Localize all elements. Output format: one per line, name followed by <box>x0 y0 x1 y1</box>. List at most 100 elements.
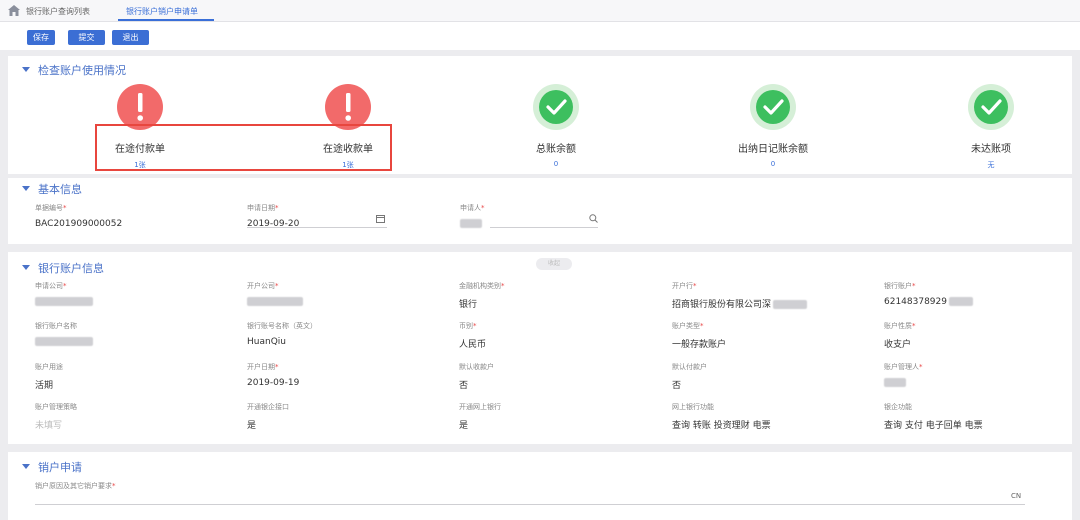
calendar-icon[interactable] <box>376 214 385 223</box>
field-account-type: 账户类型* 一般存款账户 <box>672 322 727 350</box>
field-value: 活期 <box>35 381 54 391</box>
section-header-close[interactable]: 销户申请 <box>22 459 82 475</box>
section-header-bank[interactable]: 银行账户信息 <box>22 260 104 276</box>
field-account-name-en: 银行账号名称（英文） HuanQiu <box>247 321 317 347</box>
section-title: 销户申请 <box>38 461 82 474</box>
submit-button[interactable]: 提交 <box>68 30 105 45</box>
redacted-value <box>460 219 482 228</box>
field-value: 人民币 <box>459 340 487 350</box>
section-header-basic[interactable]: 基本信息 <box>22 181 82 197</box>
home-icon[interactable] <box>8 5 20 16</box>
field-label: 申请公司 <box>35 282 63 290</box>
status-value-link[interactable]: 0 <box>713 160 833 168</box>
field-account-name: 银行账户名称 <box>35 321 93 347</box>
search-icon[interactable] <box>589 214 598 223</box>
section-title: 银行账户信息 <box>38 262 104 275</box>
close-application-section: 销户申请 <box>8 452 1072 520</box>
toolbar: 保存 提交 退出 <box>0 22 1080 50</box>
field-currency: 币别* 人民币 <box>459 322 487 350</box>
date-input-underline <box>247 227 387 228</box>
field-account-nature: 账户性质* 收支户 <box>884 322 916 350</box>
field-value: 62148378929 <box>884 297 947 307</box>
field-label: 银行账户 <box>884 282 912 290</box>
field-value: 是 <box>247 421 257 431</box>
field-label: 账户管理人 <box>884 363 919 371</box>
close-reason-input[interactable] <box>35 490 1025 504</box>
field-value: 银行 <box>459 300 478 310</box>
field-label: 网上银行功能 <box>672 403 714 411</box>
field-value: 收支户 <box>884 340 912 350</box>
collapse-triangle-icon <box>22 186 30 191</box>
collapse-toggle[interactable]: 收起 <box>536 258 572 270</box>
field-online-banking: 开通网上银行 是 <box>459 402 501 431</box>
redacted-value <box>35 297 93 306</box>
basic-info-section: 基本信息 <box>8 178 1072 244</box>
field-applicant[interactable]: 申请人* <box>460 203 485 229</box>
field-value: HuanQiu <box>247 337 286 347</box>
field-management-policy: 账户管理策略 未填写 <box>35 402 77 431</box>
field-label: 银行账户名称 <box>35 322 77 330</box>
field-label: 开户行 <box>672 282 693 290</box>
field-default-receipt: 默认收款户 否 <box>459 362 494 391</box>
section-header-check[interactable]: 检查账户使用情况 <box>22 62 126 78</box>
status-item-outstanding: 未达账项 无 <box>931 84 1051 170</box>
field-apply-date[interactable]: 申请日期* 2019-09-20 <box>247 203 387 229</box>
field-value: 2019-09-19 <box>247 378 300 388</box>
field-label: 银行账号名称（英文） <box>247 322 317 330</box>
collapse-triangle-icon <box>22 464 30 469</box>
save-button[interactable]: 保存 <box>27 30 55 45</box>
status-label: 出纳日记账余额 <box>738 144 808 155</box>
field-label: 账户类型 <box>672 322 700 330</box>
tab-bar: 银行账户查询列表 银行账户销户申请单 <box>0 0 1080 22</box>
field-value: 查询 转账 投资理财 电票 <box>672 421 771 431</box>
check-circle-icon <box>533 84 579 130</box>
field-label: 单据编号 <box>35 204 63 212</box>
status-value-link[interactable]: 0 <box>496 160 616 168</box>
field-online-banking-functions: 网上银行功能 查询 转账 投资理财 电票 <box>672 402 771 431</box>
field-label: 账户管理策略 <box>35 403 77 411</box>
status-value-link[interactable]: 无 <box>931 160 1051 170</box>
field-account-manager: 账户管理人* <box>884 362 923 388</box>
applicant-input-underline <box>490 227 598 228</box>
redacted-value <box>773 300 808 309</box>
field-label: 开户公司 <box>247 282 275 290</box>
field-label: 币别 <box>459 322 473 330</box>
tab-account-close-application[interactable]: 银行账户销户申请单 <box>126 6 198 17</box>
active-tab-indicator <box>118 19 214 21</box>
field-value: 查询 支付 电子回单 电票 <box>884 421 983 431</box>
redacted-value <box>949 297 973 306</box>
field-label: 销户原因及其它销户要求 <box>35 482 112 490</box>
language-switch[interactable]: CN <box>1011 492 1021 500</box>
field-bank-enterprise-functions: 银企功能 查询 支付 电子回单 电票 <box>884 402 983 431</box>
field-value: 是 <box>459 421 469 431</box>
field-bank-account: 银行账户* 62148378929 <box>884 281 973 307</box>
exit-button[interactable]: 退出 <box>112 30 149 45</box>
field-value: BAC201909000052 <box>35 219 123 229</box>
field-label: 申请人 <box>460 204 481 212</box>
collapse-triangle-icon <box>22 265 30 270</box>
status-item-ledger-balance: 总账余额 0 <box>496 84 616 168</box>
field-label: 账户性质 <box>884 322 912 330</box>
tab-account-query-list[interactable]: 银行账户查询列表 <box>26 6 90 17</box>
field-label: 金融机构类别 <box>459 282 501 290</box>
field-label: 默认付款户 <box>672 363 707 371</box>
field-label: 开通网上银行 <box>459 403 501 411</box>
field-label: 账户用途 <box>35 363 63 371</box>
field-institution-type: 金融机构类别* 银行 <box>459 282 505 310</box>
field-value: 招商银行股份有限公司深 <box>672 300 772 310</box>
field-bank-enterprise-interface: 开通银企接口 是 <box>247 402 289 431</box>
field-doc-number: 单据编号* BAC201909000052 <box>35 204 123 229</box>
field-opening-company: 开户公司* <box>247 281 303 307</box>
redacted-value <box>247 297 303 306</box>
section-title: 检查账户使用情况 <box>38 64 126 77</box>
collapse-triangle-icon <box>22 67 30 72</box>
field-label: 申请日期 <box>247 204 275 212</box>
field-account-purpose: 账户用途 活期 <box>35 362 63 391</box>
check-circle-icon <box>968 84 1014 130</box>
field-label: 银企功能 <box>884 403 912 411</box>
section-title: 基本信息 <box>38 183 82 196</box>
field-value: 未填写 <box>35 421 63 431</box>
status-label: 未达账项 <box>971 144 1011 155</box>
close-reason-underline <box>35 504 1025 505</box>
field-applicant-company: 申请公司* <box>35 281 93 307</box>
